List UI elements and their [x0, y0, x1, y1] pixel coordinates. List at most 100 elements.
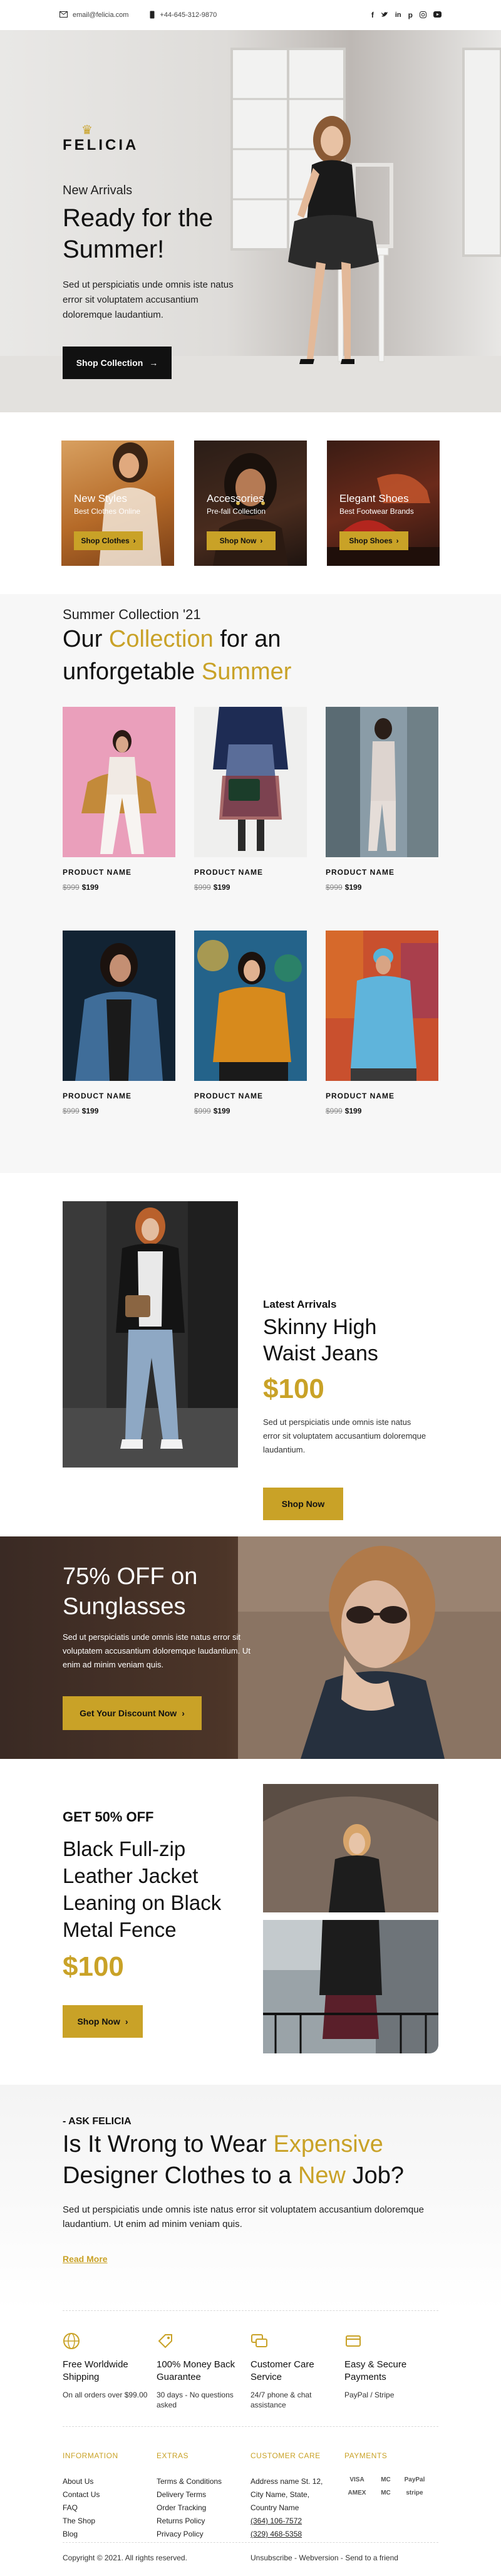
separator: - — [292, 2553, 299, 2562]
email-text[interactable]: email@felicia.com — [73, 11, 128, 19]
unsubscribe-link[interactable]: Unsubscribe — [250, 2553, 292, 2562]
product-card[interactable]: PRODUCT NAME $999 $199 — [326, 707, 438, 931]
phone-text[interactable]: +44-645-312-9870 — [160, 11, 217, 19]
envelope-icon — [59, 11, 68, 19]
sunglasses-title: 75% OFF on Sunglasses — [63, 1563, 198, 1620]
divider — [63, 2542, 438, 2543]
send-to-friend-link[interactable]: Send to a friend — [345, 2553, 398, 2562]
title-highlight: New — [297, 2162, 346, 2189]
footer-address: Address name St. 12, — [250, 2477, 323, 2486]
product-price: $199 — [213, 883, 230, 892]
product-image[interactable] — [63, 707, 175, 857]
hero-text: Sed ut perspiciatis unde omnis iste natu… — [63, 279, 234, 320]
footer-link[interactable]: The Shop — [63, 2515, 118, 2528]
top-bar: email@felicia.com +44-645-312-9870 f in … — [0, 0, 501, 30]
email-contact[interactable]: email@felicia.com — [59, 11, 128, 19]
title-part: Designer Clothes to a — [63, 2162, 298, 2189]
divider — [63, 2426, 438, 2427]
product-image[interactable] — [326, 707, 438, 857]
footer-link[interactable]: Terms & Conditions — [157, 2475, 222, 2488]
feature-title: Easy & Secure Payments — [344, 2359, 407, 2382]
features-section: Free Worldwide Shipping On all orders ov… — [0, 2310, 501, 2442]
category-card-shoes[interactable]: Elegant Shoes Best Footwear Brands Shop … — [327, 441, 440, 566]
payment-methods: VISA MC PayPal AMEX MC stripe — [344, 2476, 427, 2496]
product-card[interactable]: PRODUCT NAME $999 $199 — [63, 707, 175, 931]
product-image[interactable] — [326, 931, 438, 1081]
leather-image-top[interactable] — [263, 1784, 438, 1912]
feature-subtitle: PayPal / Stripe — [344, 2391, 395, 2399]
product-name: PRODUCT NAME — [194, 1092, 263, 1100]
footer-phone[interactable]: (364) 106-7572 — [250, 2515, 323, 2528]
old-price: $999 — [194, 1107, 211, 1115]
get-discount-button[interactable]: Get Your Discount Now › — [63, 1696, 202, 1730]
phone-contact[interactable]: +44-645-312-9870 — [150, 11, 217, 20]
feature-guarantee: 100% Money Back Guarantee 30 days - No q… — [157, 2332, 244, 2410]
leather-image-bottom[interactable] — [263, 1920, 438, 2053]
arrow-right-icon: → — [149, 358, 158, 368]
product-card[interactable]: PRODUCT NAME $999 $199 — [194, 931, 307, 1154]
footer-col-information: INFORMATION About Us Contact Us FAQ The … — [63, 2451, 118, 2541]
title-part: Is It Wrong to Wear — [63, 2131, 274, 2157]
arrow-right-icon: › — [396, 536, 399, 545]
old-price: $999 — [63, 1107, 80, 1115]
product-prices: $999 $199 — [194, 1107, 307, 1115]
product-image[interactable] — [194, 707, 307, 857]
category-card-accessories[interactable]: Accessories Pre-fall Collection Shop Now… — [194, 441, 307, 566]
instagram-icon[interactable] — [420, 11, 426, 19]
footer-link[interactable]: Delivery Terms — [157, 2488, 222, 2501]
shop-now-label: Shop Now — [77, 2016, 120, 2026]
mastercard-icon: MC — [381, 2490, 391, 2496]
product-prices: $999 $199 — [326, 1107, 438, 1115]
product-card[interactable]: PRODUCT NAME $999 $199 — [194, 707, 307, 931]
globe-icon — [63, 2332, 80, 2350]
chat-icon — [250, 2332, 268, 2350]
feature-payments: Easy & Secure Payments PayPal / Stripe — [344, 2332, 432, 2400]
feature-title: Customer Care Service — [250, 2359, 314, 2382]
product-price: $199 — [81, 1107, 99, 1115]
footer-heading: INFORMATION — [63, 2451, 118, 2460]
shop-shoes-button[interactable]: Shop Shoes › — [339, 531, 408, 550]
shop-now-button[interactable]: Shop Now › — [207, 531, 276, 550]
product-card[interactable]: PRODUCT NAME $999 $199 — [326, 931, 438, 1154]
footer-link[interactable]: Privacy Policy — [157, 2528, 222, 2541]
brand-logo[interactable]: ♛ FELICIA — [63, 124, 136, 154]
product-image[interactable] — [63, 931, 175, 1081]
footer-link[interactable]: Blog — [63, 2528, 118, 2541]
footer-link[interactable]: FAQ — [63, 2501, 118, 2515]
footer-link[interactable]: About Us — [63, 2475, 118, 2488]
sunglasses-text: Sed ut perspiciatis unde omnis iste natu… — [63, 1632, 250, 1669]
footer-link[interactable]: Returns Policy — [157, 2515, 222, 2528]
visa-icon: VISA — [349, 2476, 364, 2483]
product-image[interactable] — [194, 931, 307, 1081]
footer-link[interactable]: Order Tracking — [157, 2501, 222, 2515]
facebook-icon[interactable]: f — [371, 11, 374, 19]
shop-clothes-button[interactable]: Shop Clothes › — [74, 531, 143, 550]
category-subtitle: Best Clothes Online — [74, 507, 141, 516]
ask-kicker: - ASK FELICIA — [63, 2116, 132, 2127]
title-highlight: Expensive — [273, 2131, 383, 2157]
ask-text: Sed ut perspiciatis unde omnis iste natu… — [63, 2204, 424, 2229]
leather-kicker: GET 50% OFF — [63, 1809, 154, 1825]
twitter-icon[interactable] — [381, 11, 388, 19]
product-card[interactable]: PRODUCT NAME $999 $199 — [63, 931, 175, 1154]
youtube-icon[interactable] — [433, 11, 442, 19]
jeans-title: Skinny High Waist Jeans — [263, 1315, 378, 1365]
read-more-link[interactable]: Read More — [63, 2254, 108, 2264]
webversion-link[interactable]: Webversion — [299, 2553, 338, 2562]
jeans-shop-now-button[interactable]: Shop Now — [263, 1488, 343, 1520]
shop-collection-button[interactable]: Shop Collection → — [63, 347, 172, 379]
title-highlight: Summer — [201, 659, 292, 685]
linkedin-icon[interactable]: in — [395, 11, 401, 19]
old-price: $999 — [326, 1107, 343, 1115]
footer-link[interactable]: Contact Us — [63, 2488, 118, 2501]
footer-phone[interactable]: (329) 468-5358 — [250, 2528, 323, 2541]
pinterest-icon[interactable]: p — [408, 11, 413, 19]
category-title: Accessories — [207, 493, 264, 504]
ask-felicia-section: - ASK FELICIA Is It Wrong to Wear Expens… — [0, 2085, 501, 2310]
leather-shop-now-button[interactable]: Shop Now › — [63, 2005, 143, 2038]
jeans-model-image[interactable] — [63, 1201, 238, 1468]
category-card-styles[interactable]: New Styles Best Clothes Online Shop Clot… — [61, 441, 174, 566]
hero-banner: ♛ FELICIA New Arrivals Ready for the Sum… — [0, 30, 501, 412]
old-price: $999 — [326, 883, 343, 892]
title-part: Job? — [346, 2162, 404, 2189]
